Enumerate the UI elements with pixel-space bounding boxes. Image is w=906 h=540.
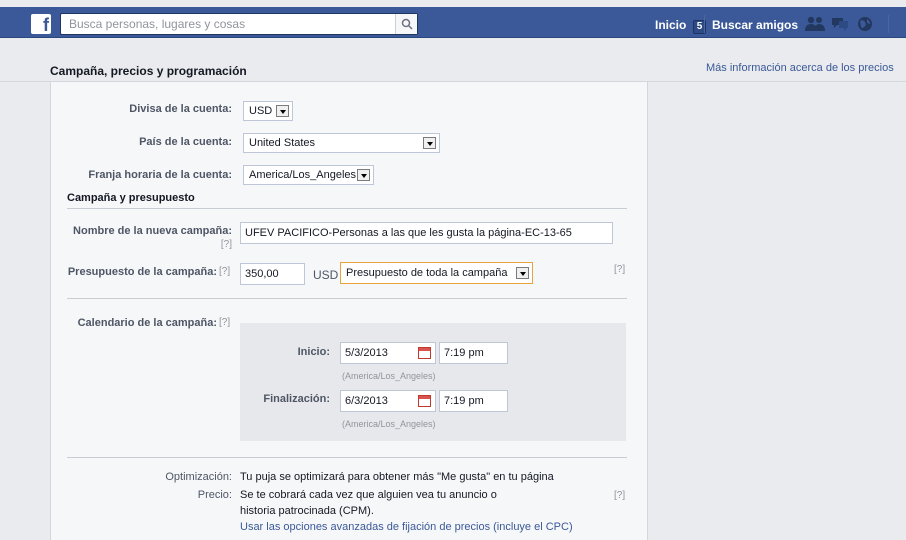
end-timezone-note: (America/Los_Angeles): [342, 419, 436, 429]
advanced-pricing-link[interactable]: Usar las opciones avanzadas de fijación …: [240, 521, 573, 533]
timezone-label: Franja horaria de la cuenta:: [88, 169, 232, 181]
chevron-down-icon: [357, 169, 370, 181]
optimization-text: Tu puja se optimizará para obtener más "…: [240, 471, 554, 483]
section-divider: [67, 457, 627, 458]
campaign-name-label: Nombre de la nueva campaña:: [73, 225, 232, 237]
currency-select[interactable]: USD: [243, 101, 293, 121]
end-label: Finalización:: [263, 393, 330, 405]
facebook-logo[interactable]: f: [31, 14, 51, 35]
page-title: Campaña, precios y programación: [50, 64, 247, 78]
nav-divider-2: [888, 15, 889, 33]
country-label: País de la cuenta:: [139, 136, 232, 148]
budget-type-help[interactable]: [?]: [614, 264, 625, 275]
nav-home-label: Inicio: [655, 18, 687, 32]
start-label: Inicio:: [297, 346, 330, 358]
calendar-icon[interactable]: [418, 395, 431, 407]
start-date-value: 5/3/2013: [345, 347, 388, 359]
timezone-value: America/Los_Angeles: [249, 169, 357, 181]
campaign-name-input[interactable]: UFEV PACIFICO-Personas a las que les gus…: [240, 222, 613, 244]
end-date-value: 6/3/2013: [345, 395, 388, 407]
currency-label: Divisa de la cuenta:: [129, 103, 232, 115]
section-divider: [67, 298, 627, 299]
chevron-down-icon: [516, 267, 529, 279]
schedule-label: Calendario de la campaña:: [77, 317, 217, 329]
budget-amount-input[interactable]: 350,00: [240, 263, 305, 285]
budget-type-select[interactable]: Presupuesto de toda la campaña: [340, 262, 533, 284]
section-title-campaign-budget: Campaña y presupuesto: [67, 192, 195, 204]
price-label: Precio:: [197, 489, 232, 501]
campaign-name-help[interactable]: [?]: [60, 239, 232, 250]
start-timezone-note: (America/Los_Angeles): [342, 371, 436, 381]
friend-requests-icon[interactable]: [804, 15, 826, 33]
top-strip: [0, 0, 906, 7]
search-input[interactable]: [61, 14, 391, 34]
price-text-line-1: Se te cobrará cada vez que alguien vea t…: [240, 489, 497, 501]
budget-help[interactable]: [?]: [219, 266, 233, 277]
nav-home-link[interactable]: Inicio 5: [655, 18, 707, 34]
end-date-input[interactable]: 6/3/2013: [340, 390, 436, 412]
start-time-input[interactable]: 7:19 pm: [439, 342, 508, 364]
nav-divider: [704, 15, 705, 33]
find-friends-link[interactable]: Buscar amigos: [712, 18, 798, 32]
optimization-label: Optimización:: [165, 471, 232, 483]
country-value: United States: [249, 137, 316, 149]
currency-value: USD: [249, 105, 273, 117]
end-time-input[interactable]: 7:19 pm: [439, 390, 508, 412]
budget-label: Presupuesto de la campaña:: [67, 266, 217, 278]
calendar-icon[interactable]: [418, 347, 431, 359]
search-icon: [401, 18, 413, 30]
messages-icon[interactable]: [830, 15, 850, 33]
chevron-down-icon: [276, 105, 289, 117]
search-box: [60, 13, 418, 35]
schedule-help[interactable]: [?]: [219, 317, 233, 328]
search-button[interactable]: [395, 14, 417, 34]
section-divider: [67, 208, 627, 209]
budget-currency: USD: [313, 268, 339, 282]
price-text-line-2: historia patrocinada (CPM).: [240, 505, 374, 517]
pricing-info-link[interactable]: Más información acerca de los precios: [706, 62, 894, 74]
price-help[interactable]: [?]: [614, 490, 625, 501]
chevron-down-icon: [423, 137, 436, 149]
timezone-select[interactable]: America/Los_Angeles: [243, 165, 374, 185]
notifications-globe-icon[interactable]: [856, 15, 874, 33]
budget-type-value: Presupuesto de toda la campaña: [346, 267, 508, 279]
start-date-input[interactable]: 5/3/2013: [340, 342, 436, 364]
country-select[interactable]: United States: [243, 133, 440, 153]
